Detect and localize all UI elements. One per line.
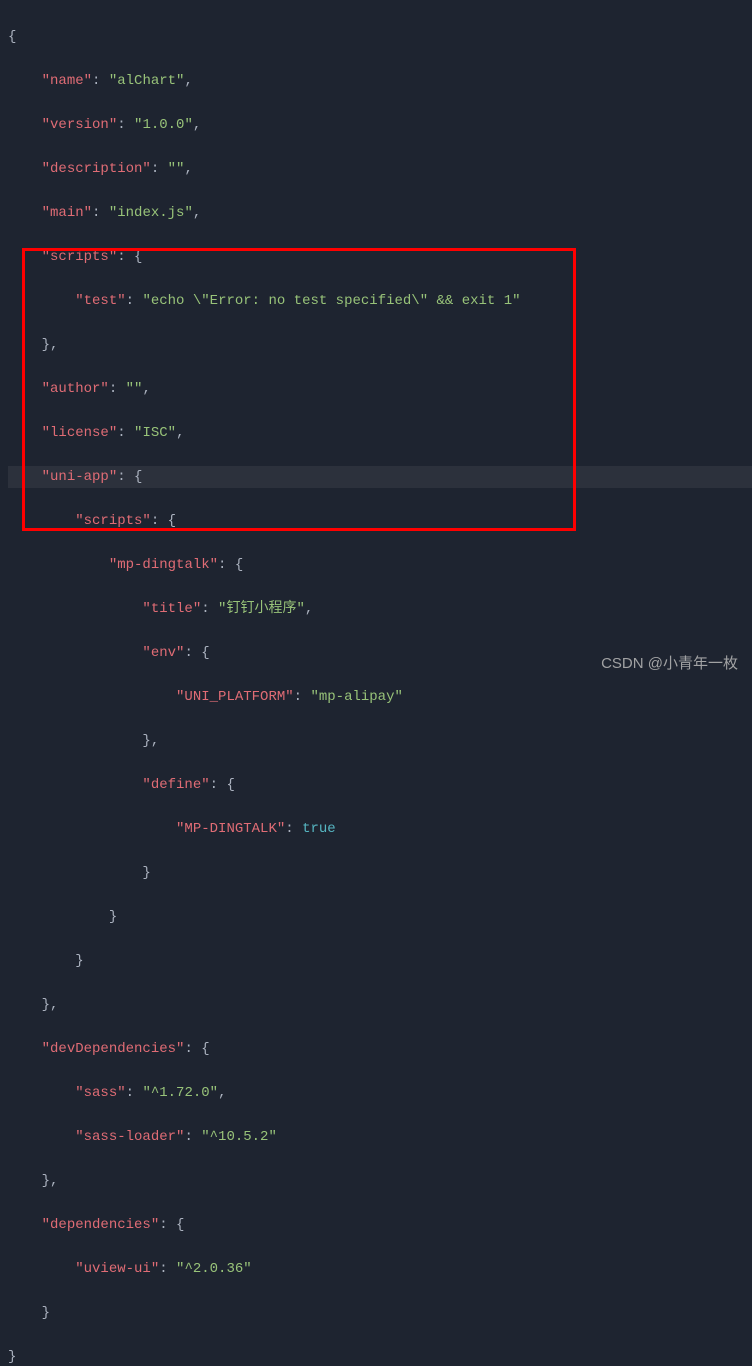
code-line: "main": "index.js", xyxy=(8,202,752,224)
code-line: }, xyxy=(8,334,752,356)
code-line: "version": "1.0.0", xyxy=(8,114,752,136)
code-line: "sass-loader": "^10.5.2" xyxy=(8,1126,752,1148)
code-line: "mp-dingtalk": { xyxy=(8,554,752,576)
code-line: "name": "alChart", xyxy=(8,70,752,92)
code-line: "sass": "^1.72.0", xyxy=(8,1082,752,1104)
code-line: "scripts": { xyxy=(8,510,752,532)
code-line: "scripts": { xyxy=(8,246,752,268)
code-line: } xyxy=(8,1346,752,1366)
code-line: "uview-ui": "^2.0.36" xyxy=(8,1258,752,1280)
code-line: "define": { xyxy=(8,774,752,796)
code-line: { xyxy=(8,26,752,48)
code-editor-content: { "name": "alChart", "version": "1.0.0",… xyxy=(0,4,752,1366)
code-line: }, xyxy=(8,1170,752,1192)
code-line: "dependencies": { xyxy=(8,1214,752,1236)
code-line: } xyxy=(8,950,752,972)
code-line: }, xyxy=(8,730,752,752)
code-line: "title": "钉钉小程序", xyxy=(8,598,752,620)
code-line: "description": "", xyxy=(8,158,752,180)
code-line-highlighted: "uni-app": { xyxy=(8,466,752,488)
code-line: } xyxy=(8,1302,752,1324)
code-line: "author": "", xyxy=(8,378,752,400)
code-line: } xyxy=(8,862,752,884)
code-line: }, xyxy=(8,994,752,1016)
code-line: "license": "ISC", xyxy=(8,422,752,444)
code-line: } xyxy=(8,906,752,928)
code-line: "UNI_PLATFORM": "mp-alipay" xyxy=(8,686,752,708)
code-line: "test": "echo \"Error: no test specified… xyxy=(8,290,752,312)
code-line: "devDependencies": { xyxy=(8,1038,752,1060)
code-line: "MP-DINGTALK": true xyxy=(8,818,752,840)
watermark-text: CSDN @小青年一枚 xyxy=(601,653,738,675)
